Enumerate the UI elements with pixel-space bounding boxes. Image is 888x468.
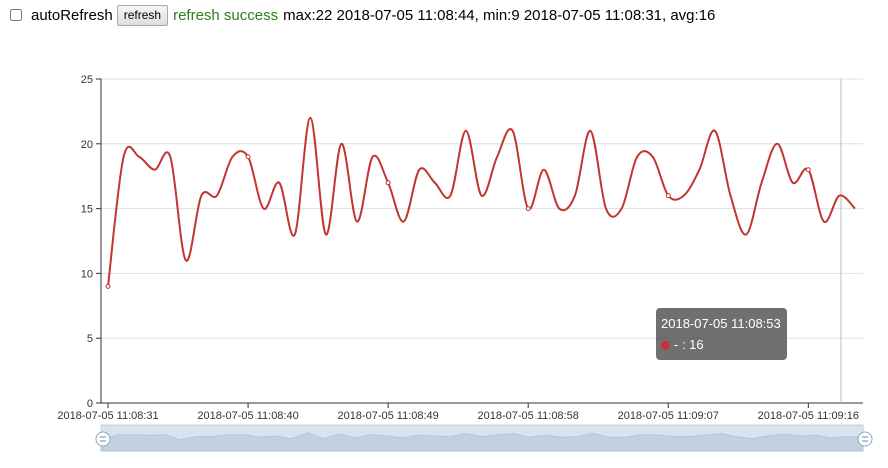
- y-tick-label: 15: [81, 204, 93, 216]
- data-point: [525, 206, 531, 212]
- x-tick-label: 2018-07-05 11:08:31: [57, 410, 158, 422]
- x-tick-label: 2018-07-05 11:09:07: [618, 410, 719, 422]
- x-tick-label: 2018-07-05 11:08:58: [478, 410, 579, 422]
- data-point: [385, 180, 391, 186]
- tooltip-title: 2018-07-05 11:08:53: [661, 316, 781, 331]
- chart-grid: [101, 78, 863, 339]
- data-zoom-right-handle[interactable]: [857, 431, 873, 447]
- data-point: [105, 283, 111, 289]
- data-points: [105, 154, 811, 289]
- y-tick-label: 5: [87, 333, 93, 345]
- data-point: [665, 193, 671, 199]
- y-tick-label: 0: [87, 398, 93, 410]
- x-tick-label: 2018-07-05 11:08:49: [337, 410, 438, 422]
- data-point: [245, 154, 251, 160]
- data-point: [805, 167, 811, 173]
- x-tick-label: 2018-07-05 11:08:40: [197, 410, 298, 422]
- chart-tooltip: 2018-07-05 11:08:53 - : 16: [656, 308, 787, 360]
- x-tick-label: 2018-07-05 11:09:16: [758, 410, 859, 422]
- y-axis: 0 5 10 15 20 25: [81, 74, 102, 410]
- series-line[interactable]: [107, 116, 856, 287]
- tooltip-row: - : 16: [661, 334, 781, 355]
- y-tick-label: 20: [81, 139, 93, 151]
- series-dot-icon: [661, 341, 670, 350]
- line-chart[interactable]: 0510152025 2018-07-05 11:08:31 2018-07-05…: [0, 0, 888, 468]
- y-tick-label: 25: [81, 74, 93, 86]
- tooltip-value: - : 16: [674, 337, 704, 352]
- x-axis: 2018-07-05 11:08:31 2018-07-05 11:08:40 20…: [57, 402, 863, 422]
- y-tick-label: 10: [81, 268, 93, 280]
- data-zoom-slider[interactable]: [95, 424, 873, 452]
- data-zoom-left-handle[interactable]: [95, 431, 111, 447]
